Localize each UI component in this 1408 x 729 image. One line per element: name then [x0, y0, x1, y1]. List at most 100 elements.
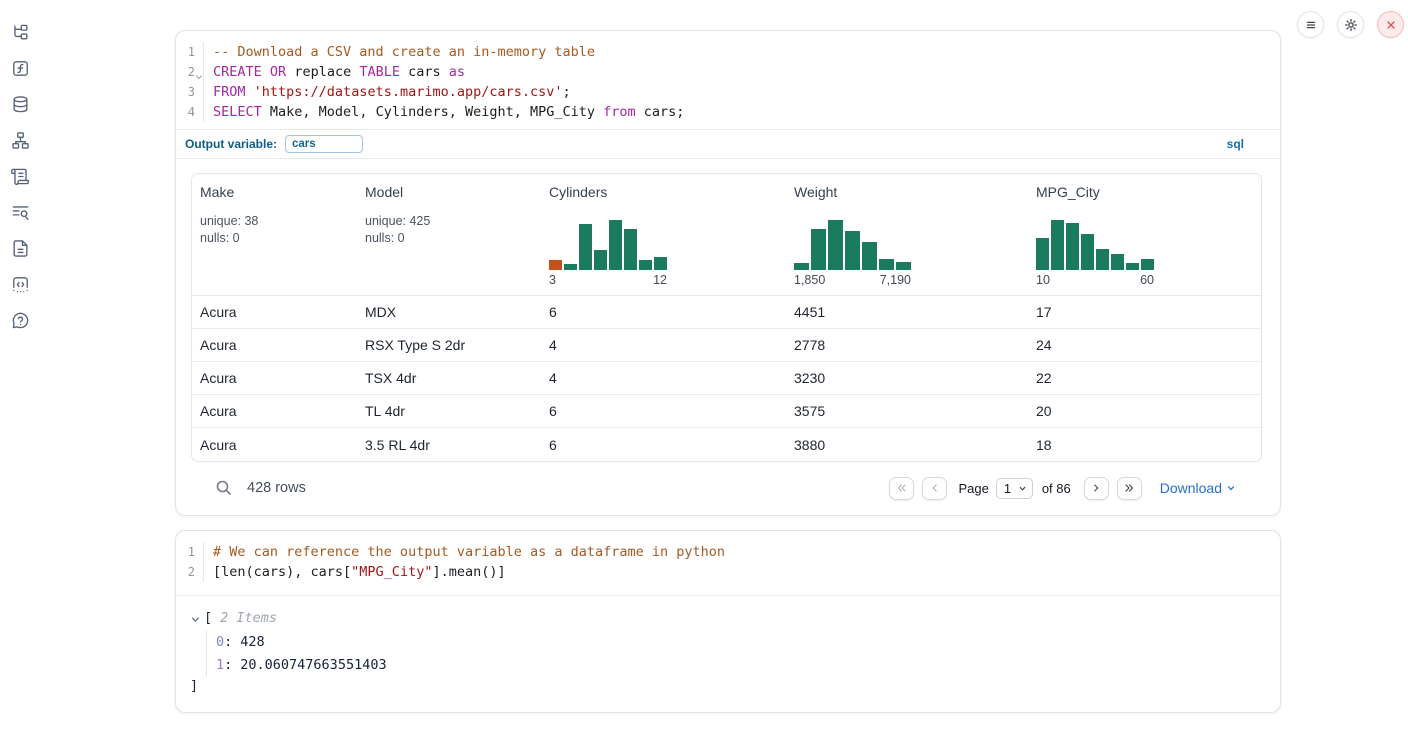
- file-explorer-icon[interactable]: [8, 20, 32, 44]
- documentation-icon[interactable]: [8, 236, 32, 260]
- table-cell: 22: [1028, 370, 1261, 386]
- table-cell: 3880: [786, 437, 1028, 453]
- menu-button[interactable]: [1297, 11, 1324, 38]
- tree-entry-value: 428: [240, 634, 264, 650]
- code-content: CREATE OR replace TABLE cars as: [204, 62, 465, 82]
- sql-output-area: Makeunique: 38nulls: 0 Model unique: 425nu…: [176, 159, 1280, 514]
- snippets-icon[interactable]: [8, 272, 32, 296]
- next-page-button[interactable]: [1084, 477, 1109, 500]
- column-header[interactable]: Cylinders312: [541, 174, 786, 295]
- histogram-bar: [1111, 254, 1124, 270]
- histogram-bar: [594, 250, 607, 270]
- histogram-min-label: 10: [1036, 273, 1050, 287]
- table-row: AcuraTL 4dr6357520: [192, 395, 1261, 428]
- output-variable-input[interactable]: [285, 135, 363, 153]
- code-token: from: [603, 104, 636, 120]
- first-page-button[interactable]: [889, 477, 914, 500]
- code-line: 2CREATE OR replace TABLE cars as: [176, 62, 1280, 82]
- row-count: 428 rows: [247, 480, 306, 496]
- code-token: replace: [286, 64, 359, 80]
- table-cell: 20: [1028, 403, 1261, 419]
- column-stats: unique: 38nulls: 0: [200, 213, 349, 246]
- histogram-bar: [862, 242, 877, 270]
- tree-collapse-toggle[interactable]: [ 2 Items: [190, 607, 1280, 629]
- table-cell: Acura: [192, 304, 357, 320]
- fold-chevron-icon[interactable]: [195, 67, 203, 75]
- sql-language-badge[interactable]: sql: [1227, 137, 1244, 151]
- histogram-bar: [639, 260, 652, 270]
- table-cell: 3230: [786, 370, 1028, 386]
- column-header[interactable]: MPG_City1060: [1028, 174, 1261, 295]
- help-icon[interactable]: [8, 308, 32, 332]
- tree-entry-colon: :: [224, 657, 232, 673]
- output-variable-label: Output variable:: [185, 137, 277, 151]
- python-code-editor[interactable]: 1 # We can reference the output variable …: [176, 531, 1280, 595]
- scratchpad-icon[interactable]: [8, 164, 32, 188]
- code-token: ;: [563, 84, 571, 100]
- column-header[interactable]: Weight1,8507,190: [786, 174, 1028, 295]
- previous-page-button[interactable]: [922, 477, 947, 500]
- search-icon[interactable]: [214, 479, 232, 497]
- code-content: [len(cars), cars["MPG_City"].mean()]: [204, 562, 506, 582]
- logs-icon[interactable]: [8, 200, 32, 224]
- download-button[interactable]: Download: [1160, 480, 1236, 496]
- sql-cell: 1-- Download a CSV and create an in-memo…: [175, 30, 1281, 516]
- code-token: CREATE: [213, 64, 262, 80]
- column-name: Model: [365, 184, 533, 200]
- table-row: AcuraRSX Type S 2dr4277824: [192, 329, 1261, 362]
- table-cell: 24: [1028, 337, 1261, 353]
- column-stat: unique: 38: [200, 213, 349, 230]
- chevron-down-icon: [1018, 484, 1027, 493]
- code-token: ].mean()]: [432, 564, 505, 580]
- histogram-max-label: 7,190: [880, 273, 911, 287]
- datasources-icon[interactable]: [8, 92, 32, 116]
- table-cell: 17: [1028, 304, 1261, 320]
- code-token: FROM: [213, 84, 246, 100]
- column-name: Cylinders: [549, 184, 778, 200]
- settings-button[interactable]: [1337, 11, 1364, 38]
- histogram-bar: [654, 257, 667, 270]
- table-row: AcuraTSX 4dr4323022: [192, 362, 1261, 395]
- table-footer: 428 rows Page 1 of 86: [191, 462, 1262, 514]
- code-token: # We can reference the output variable a…: [213, 544, 725, 560]
- column-header[interactable]: Model unique: 425nulls: 0: [357, 174, 541, 295]
- histogram-bar: [845, 231, 860, 270]
- column-histogram: 1,850 7,190: [794, 218, 911, 287]
- tree-entries: 0:4281:20.060747663551403: [206, 630, 1280, 676]
- tree-entry-colon: :: [224, 634, 232, 650]
- table-cell: 3575: [786, 403, 1028, 419]
- code-token: OR: [270, 64, 286, 80]
- code-line: 1-- Download a CSV and create an in-memo…: [176, 42, 1280, 62]
- table-cell: 2778: [786, 337, 1028, 353]
- column-stat: nulls: 0: [365, 230, 533, 247]
- table-cell: 6: [541, 304, 786, 320]
- histogram-bar: [564, 264, 577, 270]
- page-select-value: 1: [1004, 481, 1011, 496]
- column-header[interactable]: Makeunique: 38nulls: 0: [192, 174, 357, 295]
- code-token: as: [449, 64, 465, 80]
- dependency-graph-icon[interactable]: [8, 128, 32, 152]
- shutdown-button[interactable]: [1377, 11, 1404, 38]
- histogram-bar: [896, 262, 911, 270]
- histogram-bar: [794, 263, 809, 270]
- variables-icon[interactable]: [8, 56, 32, 80]
- code-token: Make, Model, Cylinders, Weight, MPG_City: [262, 104, 603, 120]
- table-cell: Acura: [192, 403, 357, 419]
- table-cell: TSX 4dr: [357, 370, 541, 386]
- page-select[interactable]: 1: [996, 478, 1033, 499]
- page-total-label: of 86: [1042, 481, 1071, 496]
- line-number: 1: [176, 542, 204, 562]
- code-token: "MPG_City": [351, 564, 432, 580]
- table-header-row: Makeunique: 38nulls: 0 Model unique: 425nu…: [192, 174, 1261, 296]
- code-content: SELECT Make, Model, Cylinders, Weight, M…: [204, 102, 684, 122]
- last-page-button[interactable]: [1117, 477, 1142, 500]
- table-row: AcuraMDX6445117: [192, 296, 1261, 329]
- sql-code-editor[interactable]: 1-- Download a CSV and create an in-memo…: [176, 31, 1280, 129]
- column-stat: unique: 425: [365, 213, 533, 230]
- line-number: 2: [176, 562, 204, 582]
- histogram-bar: [624, 229, 637, 270]
- tree-entry: 1:20.060747663551403: [216, 653, 1280, 676]
- histogram-min-label: 1,850: [794, 273, 825, 287]
- histogram-bar: [609, 220, 622, 270]
- download-label: Download: [1160, 480, 1222, 496]
